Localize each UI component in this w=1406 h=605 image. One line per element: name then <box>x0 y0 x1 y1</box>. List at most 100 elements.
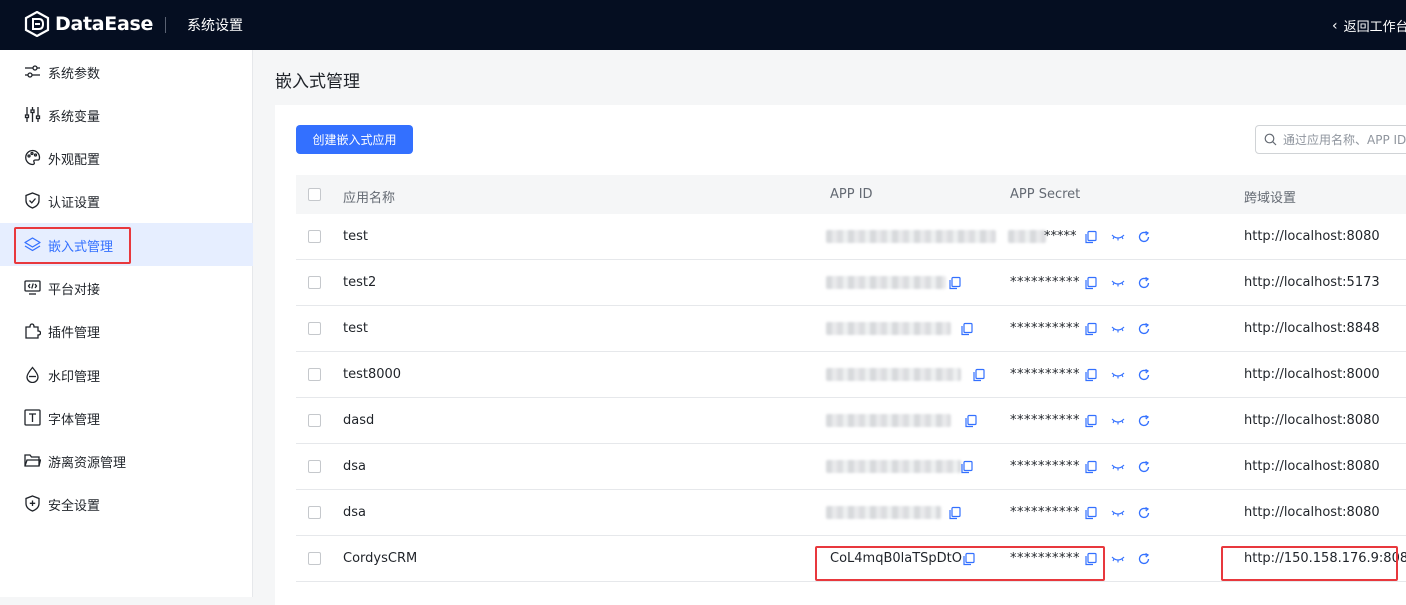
sidebar-item-watermark-management[interactable]: 水印管理 <box>0 353 253 396</box>
row-checkbox[interactable] <box>308 276 321 289</box>
table-row: test ***** http://localhost:8080 <box>296 214 1406 260</box>
row-checkbox[interactable] <box>308 368 321 381</box>
back-to-workbench-link[interactable]: ‹ 返回工作台 <box>1332 16 1406 36</box>
app-name: dasd <box>343 413 375 428</box>
app-name: test <box>343 321 368 336</box>
row-checkbox[interactable] <box>308 230 321 243</box>
copy-app-id-icon[interactable] <box>960 460 974 474</box>
copy-app-id-icon[interactable] <box>948 276 962 290</box>
sidebar-item-plugin-management[interactable]: 插件管理 <box>0 309 253 352</box>
monitor-code-icon <box>24 280 41 295</box>
refresh-icon[interactable] <box>1137 552 1151 566</box>
app-secret: ********** <box>1010 551 1080 566</box>
sidebar-item-platform-integration[interactable]: 平台对接 <box>0 266 253 309</box>
copy-app-id-icon[interactable] <box>962 552 976 566</box>
row-checkbox[interactable] <box>308 322 321 335</box>
refresh-icon[interactable] <box>1137 414 1151 428</box>
eye-closed-icon[interactable] <box>1111 552 1125 566</box>
cors-domain: http://localhost:8080 <box>1244 413 1380 428</box>
sidebar-item-appearance[interactable]: 外观配置 <box>0 136 253 179</box>
select-all-checkbox[interactable] <box>308 188 321 201</box>
main-content: 嵌入式管理 创建嵌入式应用 通过应用名称、APP ID 应用名称 APP ID … <box>254 50 1406 605</box>
refresh-icon[interactable] <box>1137 460 1151 474</box>
copy-app-secret-icon[interactable] <box>1084 276 1098 290</box>
sidebar-item-label: 平台对接 <box>48 283 101 298</box>
copy-app-id-icon[interactable] <box>948 506 962 520</box>
refresh-icon[interactable] <box>1137 276 1151 290</box>
eye-closed-icon[interactable] <box>1111 460 1125 474</box>
table-row: dsa ********** http://localhost:8080 <box>296 490 1406 536</box>
sidebar-item-auth-settings[interactable]: 认证设置 <box>0 179 253 222</box>
eye-closed-icon[interactable] <box>1111 506 1125 520</box>
puzzle-icon <box>25 323 41 339</box>
sidebar-item-label: 外观配置 <box>48 153 101 168</box>
back-label: 返回工作台 <box>1343 20 1406 35</box>
app-name: dsa <box>343 459 366 474</box>
copy-app-secret-icon[interactable] <box>1084 230 1098 244</box>
refresh-icon[interactable] <box>1137 506 1151 520</box>
app-name: test2 <box>343 275 377 290</box>
brand-name: DataEase <box>55 13 154 35</box>
app-secret: ***** <box>1044 229 1077 244</box>
sidebar-item-embedded-management[interactable]: 嵌入式管理 <box>0 223 253 266</box>
palette-icon <box>25 149 41 166</box>
sidebar-item-system-params[interactable]: 系统参数 <box>0 50 253 93</box>
shield-check-icon <box>25 192 40 209</box>
row-checkbox[interactable] <box>308 414 321 427</box>
eye-closed-icon[interactable] <box>1111 368 1125 382</box>
sidebar-item-label: 认证设置 <box>48 196 101 211</box>
app-id-redacted <box>826 506 941 519</box>
app-name: test8000 <box>343 367 402 382</box>
table-header: 应用名称 APP ID APP Secret 跨域设置 <box>296 175 1406 214</box>
table-row: test2 ********** http://localhost:5173 <box>296 260 1406 306</box>
copy-app-secret-icon[interactable] <box>1084 322 1098 336</box>
row-checkbox[interactable] <box>308 506 321 519</box>
app-id-redacted <box>826 368 961 381</box>
cors-domain: http://localhost:8000 <box>1244 367 1380 382</box>
eye-closed-icon[interactable] <box>1111 230 1125 244</box>
app-name: test <box>343 229 368 244</box>
row-checkbox[interactable] <box>308 552 321 565</box>
copy-app-secret-icon[interactable] <box>1084 552 1098 566</box>
sliders-icon <box>25 65 40 78</box>
copy-app-secret-icon[interactable] <box>1084 368 1098 382</box>
folder-icon <box>24 454 41 467</box>
app-secret: ********** <box>1010 275 1080 290</box>
eye-closed-icon[interactable] <box>1111 322 1125 336</box>
copy-app-id-icon[interactable] <box>972 368 986 382</box>
table-row: test8000 ********** http://localhost:8000 <box>296 352 1406 398</box>
cors-domain: http://150.158.176.9:8081 <box>1244 551 1406 566</box>
app-secret: ********** <box>1010 321 1080 336</box>
copy-app-secret-icon[interactable] <box>1084 506 1098 520</box>
logo[interactable]: DataEase <box>24 11 153 37</box>
sidebar-item-label: 嵌入式管理 <box>48 240 114 255</box>
refresh-icon[interactable] <box>1137 230 1151 244</box>
search-input[interactable]: 通过应用名称、APP ID <box>1255 125 1406 154</box>
sidebar-item-label: 安全设置 <box>48 499 101 514</box>
adjust-icon <box>24 107 41 122</box>
sidebar-item-system-variables[interactable]: 系统变量 <box>0 93 253 136</box>
copy-app-secret-icon[interactable] <box>1084 460 1098 474</box>
refresh-icon[interactable] <box>1137 368 1151 382</box>
sidebar-item-font-management[interactable]: 字体管理 <box>0 396 253 439</box>
eye-closed-icon[interactable] <box>1111 276 1125 290</box>
copy-app-id-icon[interactable] <box>964 414 978 428</box>
table-row: dasd ********** http://localhost:8080 <box>296 398 1406 444</box>
eye-closed-icon[interactable] <box>1111 414 1125 428</box>
refresh-icon[interactable] <box>1137 322 1151 336</box>
cors-domain: http://localhost:8080 <box>1244 505 1380 520</box>
sidebar-item-label: 系统参数 <box>48 67 101 82</box>
table-row: dsa ********** http://localhost:8080 <box>296 444 1406 490</box>
copy-app-secret-icon[interactable] <box>1084 414 1098 428</box>
create-embedded-app-button[interactable]: 创建嵌入式应用 <box>296 125 413 154</box>
drop-icon <box>26 366 39 383</box>
copy-app-id-icon[interactable] <box>960 322 974 336</box>
app-secret: ********** <box>1010 413 1080 428</box>
cors-domain: http://localhost:8080 <box>1244 459 1380 474</box>
sidebar-item-orphan-resources[interactable]: 游离资源管理 <box>0 439 253 482</box>
column-header-cors: 跨域设置 <box>1244 191 1297 206</box>
cors-domain: http://localhost:8080 <box>1244 229 1380 244</box>
row-checkbox[interactable] <box>308 460 321 473</box>
sidebar-item-security-settings[interactable]: 安全设置 <box>0 482 253 525</box>
column-header-name: 应用名称 <box>343 191 396 206</box>
